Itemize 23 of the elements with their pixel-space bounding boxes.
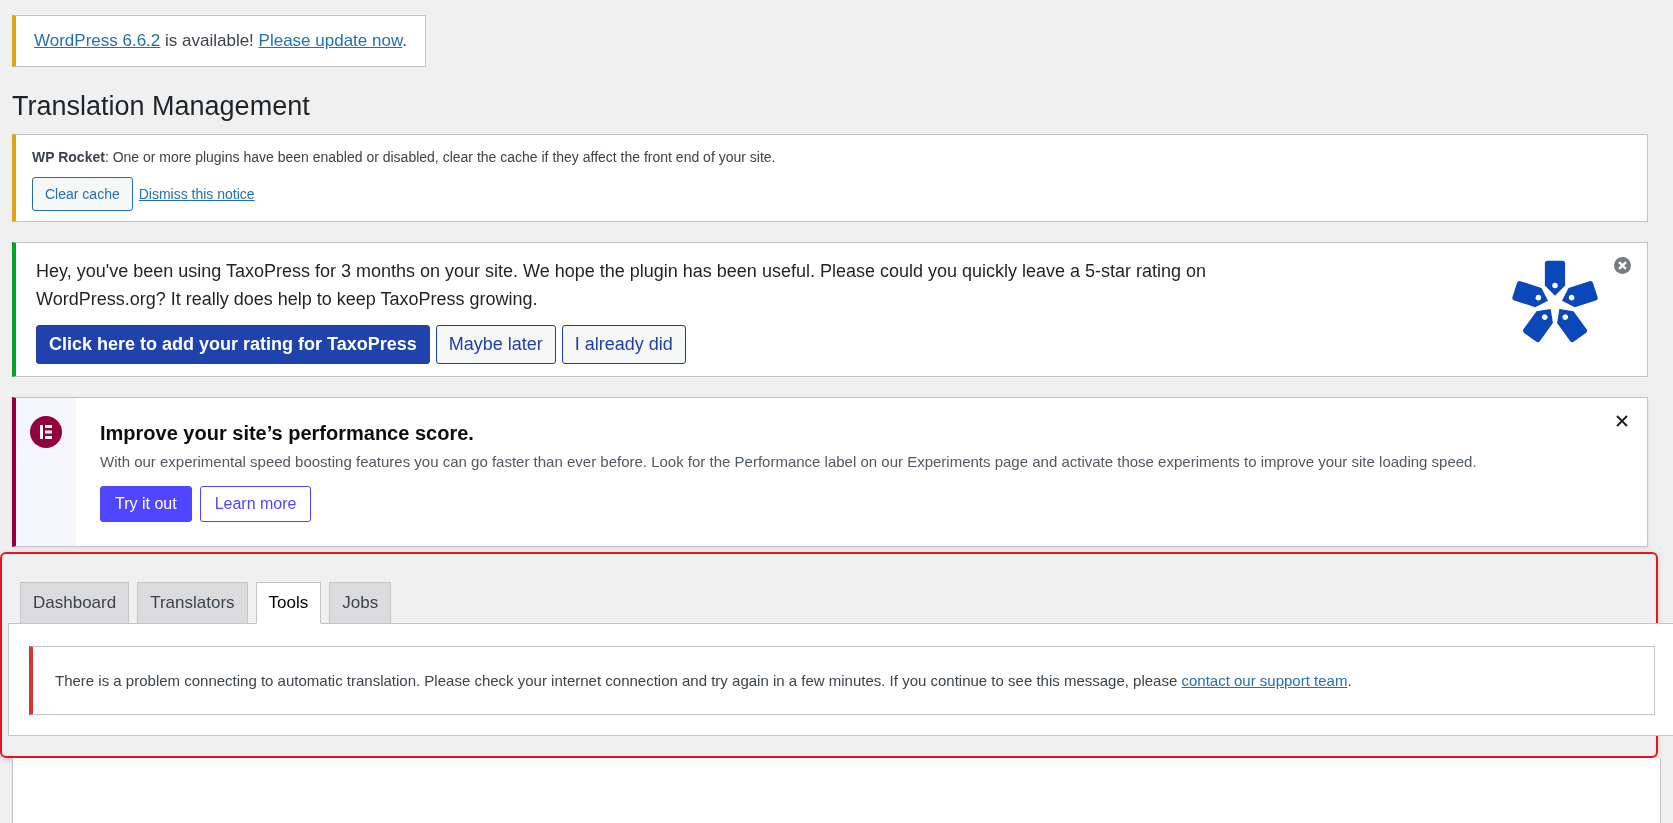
dismiss-link[interactable]: Dismiss this notice — [138, 186, 255, 202]
notice-button[interactable]: Learn more — [199, 486, 312, 522]
error-message: There is a problem connecting to automatic translation. Please check your internet connection and try again in a few minutes. If you continue to see this message, please contact our support team. — [55, 672, 1353, 689]
update-link[interactable]: Please update now — [258, 31, 403, 50]
cache-message: WP Rocket: One or more plugins have been enabled or disabled, clear the cache if they affect the front end of your site. — [32, 149, 777, 165]
nav-tab[interactable]: Jobs — [329, 582, 392, 624]
notice-description: With our experimental speed boosting features you can go faster than ever before. Look for the Performance label on our Experiments page and activate those experiments to improve your site loading speed. — [100, 453, 1478, 470]
clear-cache-button[interactable]: Clear cache — [32, 177, 133, 211]
nav-tab[interactable]: Tools — [255, 582, 322, 624]
rating-button[interactable]: I already did — [561, 325, 686, 364]
nav-tab[interactable]: Dashboard — [20, 582, 130, 624]
nav-tab[interactable]: Translators — [137, 582, 248, 624]
support-link[interactable]: contact our support team — [1181, 672, 1348, 689]
update-message: WordPress 6.6.2 is available! Please update now. — [34, 31, 407, 50]
page-title: Translation Management — [12, 91, 311, 122]
rating-message: Hey, you've been using TaxoPress for 3 months on your site. We hope the plugin has been useful. Please could you quickly leave a 5-star rating on WordPress.org? It really does help to keep TaxoPress growing. — [36, 260, 1208, 311]
close-icon[interactable] — [1615, 414, 1629, 428]
update-link[interactable]: WordPress 6.6.2 — [34, 31, 161, 50]
rating-button[interactable]: Maybe later — [435, 325, 556, 364]
notice-button[interactable]: Try it out — [100, 486, 192, 522]
notice-title: Improve your site’s performance score. — [100, 422, 475, 445]
rating-button[interactable]: Click here to add your rating for TaxoPress — [36, 325, 430, 364]
elementor-logo-icon — [30, 416, 62, 448]
